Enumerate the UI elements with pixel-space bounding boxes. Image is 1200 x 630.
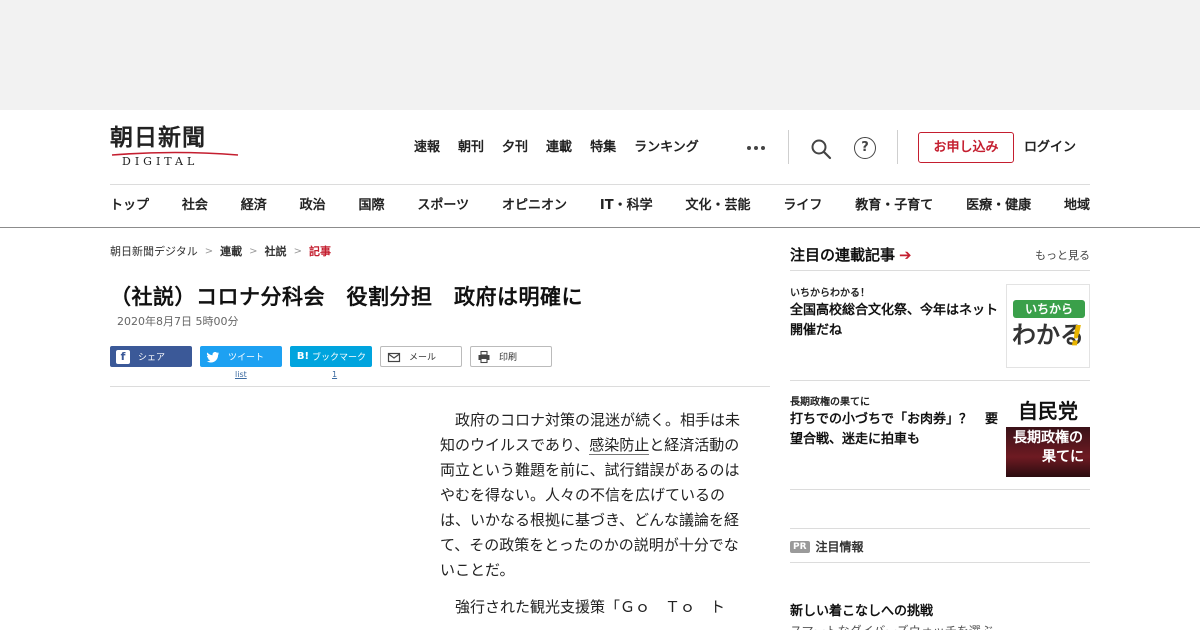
article-body: 政府のコロナ対策の混迷が続く。相手は未知のウイルスであり、感染防止と経済活動の両… [440, 408, 750, 630]
help-icon[interactable]: ? [854, 137, 876, 159]
thumb-caption-top: いちから [1013, 300, 1085, 318]
top-nav-evening[interactable]: 夕刊 [502, 138, 528, 158]
featured-series-heading[interactable]: 注目の連載記事 ➔ [790, 244, 912, 265]
top-nav: 速報 朝刊 夕刊 連載 特集 ランキング [414, 138, 717, 158]
twitter-share-label: ツイート [228, 353, 265, 363]
article-headline[interactable]: 打ちでの小づちで「お肉券」？ 要望合戦、迷走に拍車も [790, 410, 1000, 450]
article-thumbnail[interactable]: 自民党 長期政権の 果てに [1006, 393, 1090, 477]
breadcrumb-editorial[interactable]: 社説 [265, 243, 287, 259]
header-divider [897, 130, 898, 164]
pr-section-heading: PR 注目情報 [790, 538, 864, 555]
print-label: 印刷 [499, 353, 518, 363]
article-paragraph: 強行された観光支援策「Ｇｏ Ｔｏ ト [455, 598, 726, 616]
top-nav-features[interactable]: 特集 [590, 138, 616, 158]
paragraph-text: と経済活動の両立という難題を前に、試行錯誤があるのはやむを得ない。人々の不信を広… [440, 436, 740, 579]
article-title: （社説）コロナ分科会 役割分担 政府は明確に [110, 285, 583, 309]
twitter-count[interactable]: list [235, 370, 247, 379]
mail-share-label: メール [409, 353, 437, 363]
site-header: 朝日新聞 DIGITAL 速報 朝刊 夕刊 連載 特集 ランキング ? お申し込… [0, 110, 1200, 228]
header-rule [110, 184, 1090, 185]
category-nav: トップ 社会 経済 政治 国際 スポーツ オピニオン IT・科学 文化・芸能 ラ… [110, 195, 1090, 217]
facebook-icon: f [116, 349, 130, 364]
mail-icon [387, 352, 401, 362]
more-menu-icon[interactable] [747, 146, 765, 150]
hatena-bookmark-icon: B! [296, 351, 310, 362]
article-thumbnail[interactable]: いちから わかる ! [1006, 284, 1090, 368]
header-divider [788, 130, 789, 164]
breadcrumb-current: 記事 [308, 245, 331, 258]
thumb-caption-bottom: 果てに [1042, 449, 1084, 465]
thumb-caption-top: 自民党 [1018, 399, 1078, 423]
see-more-link[interactable]: もっと見る [1035, 247, 1090, 263]
keyword-link[interactable]: 感染防止 [589, 436, 650, 455]
pr-title: 注目情報 [815, 540, 864, 554]
breadcrumb-home[interactable]: 朝日新聞デジタル [110, 243, 198, 259]
login-link[interactable]: ログイン [1024, 138, 1076, 158]
twitter-share-button[interactable]: ツイート [200, 346, 282, 367]
search-icon[interactable] [810, 138, 832, 160]
printer-icon [478, 350, 490, 363]
article-headline[interactable]: 全国高校総合文化祭、今年はネット開催だね [790, 301, 1000, 341]
category-it-science[interactable]: IT・科学 [600, 195, 653, 217]
hatena-bookmark-button[interactable]: B! ブックマーク [290, 346, 372, 367]
sidebar-rule [790, 562, 1090, 563]
article-paragraph: 政府のコロナ対策の混迷が続く。相手は未知のウイルスであり、感染防止と経済活動の両… [440, 408, 750, 583]
featured-series-title: 注目の連載記事 [790, 246, 896, 264]
category-society[interactable]: 社会 [182, 195, 208, 217]
category-health[interactable]: 医療・健康 [966, 195, 1031, 217]
breadcrumb: 朝日新聞デジタル > 連載 > 社説 > 記事 [110, 243, 331, 259]
breadcrumb-series[interactable]: 連載 [220, 243, 242, 259]
breadcrumb-separator-icon: > [293, 245, 302, 257]
article-divider [110, 386, 770, 387]
breadcrumb-separator-icon: > [204, 245, 214, 257]
category-region[interactable]: 地域 [1064, 195, 1090, 217]
breadcrumb-separator-icon: > [249, 245, 258, 257]
sidebar-rule [790, 528, 1090, 529]
series-kicker: いちからわかる！ [790, 288, 870, 299]
category-top[interactable]: トップ [110, 195, 149, 217]
exclamation-icon: ! [1070, 319, 1083, 352]
pr-badge: PR [790, 540, 810, 553]
top-nav-morning[interactable]: 朝刊 [458, 138, 484, 158]
mail-share-button[interactable]: メール [380, 346, 462, 367]
category-opinion[interactable]: オピニオン [502, 195, 567, 217]
sidebar-rule [790, 380, 1090, 381]
advertisement-band [0, 0, 1200, 110]
sidebar-rule [790, 489, 1090, 490]
category-sports[interactable]: スポーツ [417, 195, 469, 217]
logo-wordmark: 朝日新聞 [110, 124, 206, 151]
top-nav-breaking[interactable]: 速報 [414, 138, 440, 158]
category-education[interactable]: 教育・子育て [855, 195, 933, 217]
promo-subtitle[interactable]: スマートなダイバーズウォッチを選ぶ [790, 622, 993, 630]
category-economy[interactable]: 経済 [241, 195, 267, 217]
article-date: 2020年8月7日 5時00分 [117, 315, 239, 328]
series-kicker: 長期政権の果てに [790, 397, 870, 408]
facebook-share-label: シェア [138, 353, 166, 363]
subscribe-button[interactable]: お申し込み [918, 132, 1014, 163]
arrow-right-icon: ➔ [899, 245, 912, 264]
top-nav-ranking[interactable]: ランキング [634, 138, 699, 158]
hatena-count[interactable]: 1 [332, 370, 337, 379]
twitter-bird-icon [206, 351, 219, 362]
category-culture[interactable]: 文化・芸能 [685, 195, 750, 217]
top-nav-series[interactable]: 連載 [546, 138, 572, 158]
logo-subtitle: DIGITAL [122, 155, 199, 168]
sidebar-rule [790, 270, 1090, 271]
category-international[interactable]: 国際 [359, 195, 385, 217]
category-life[interactable]: ライフ [783, 195, 822, 217]
print-button[interactable]: 印刷 [470, 346, 552, 367]
site-logo[interactable]: 朝日新聞 DIGITAL [110, 124, 240, 170]
facebook-share-button[interactable]: f シェア [110, 346, 192, 367]
category-politics[interactable]: 政治 [300, 195, 326, 217]
promo-title[interactable]: 新しい着こなしへの挑戦 [790, 600, 933, 619]
hatena-bookmark-label: ブックマーク [312, 353, 367, 363]
thumb-caption-main: 長期政権の [1013, 430, 1083, 446]
